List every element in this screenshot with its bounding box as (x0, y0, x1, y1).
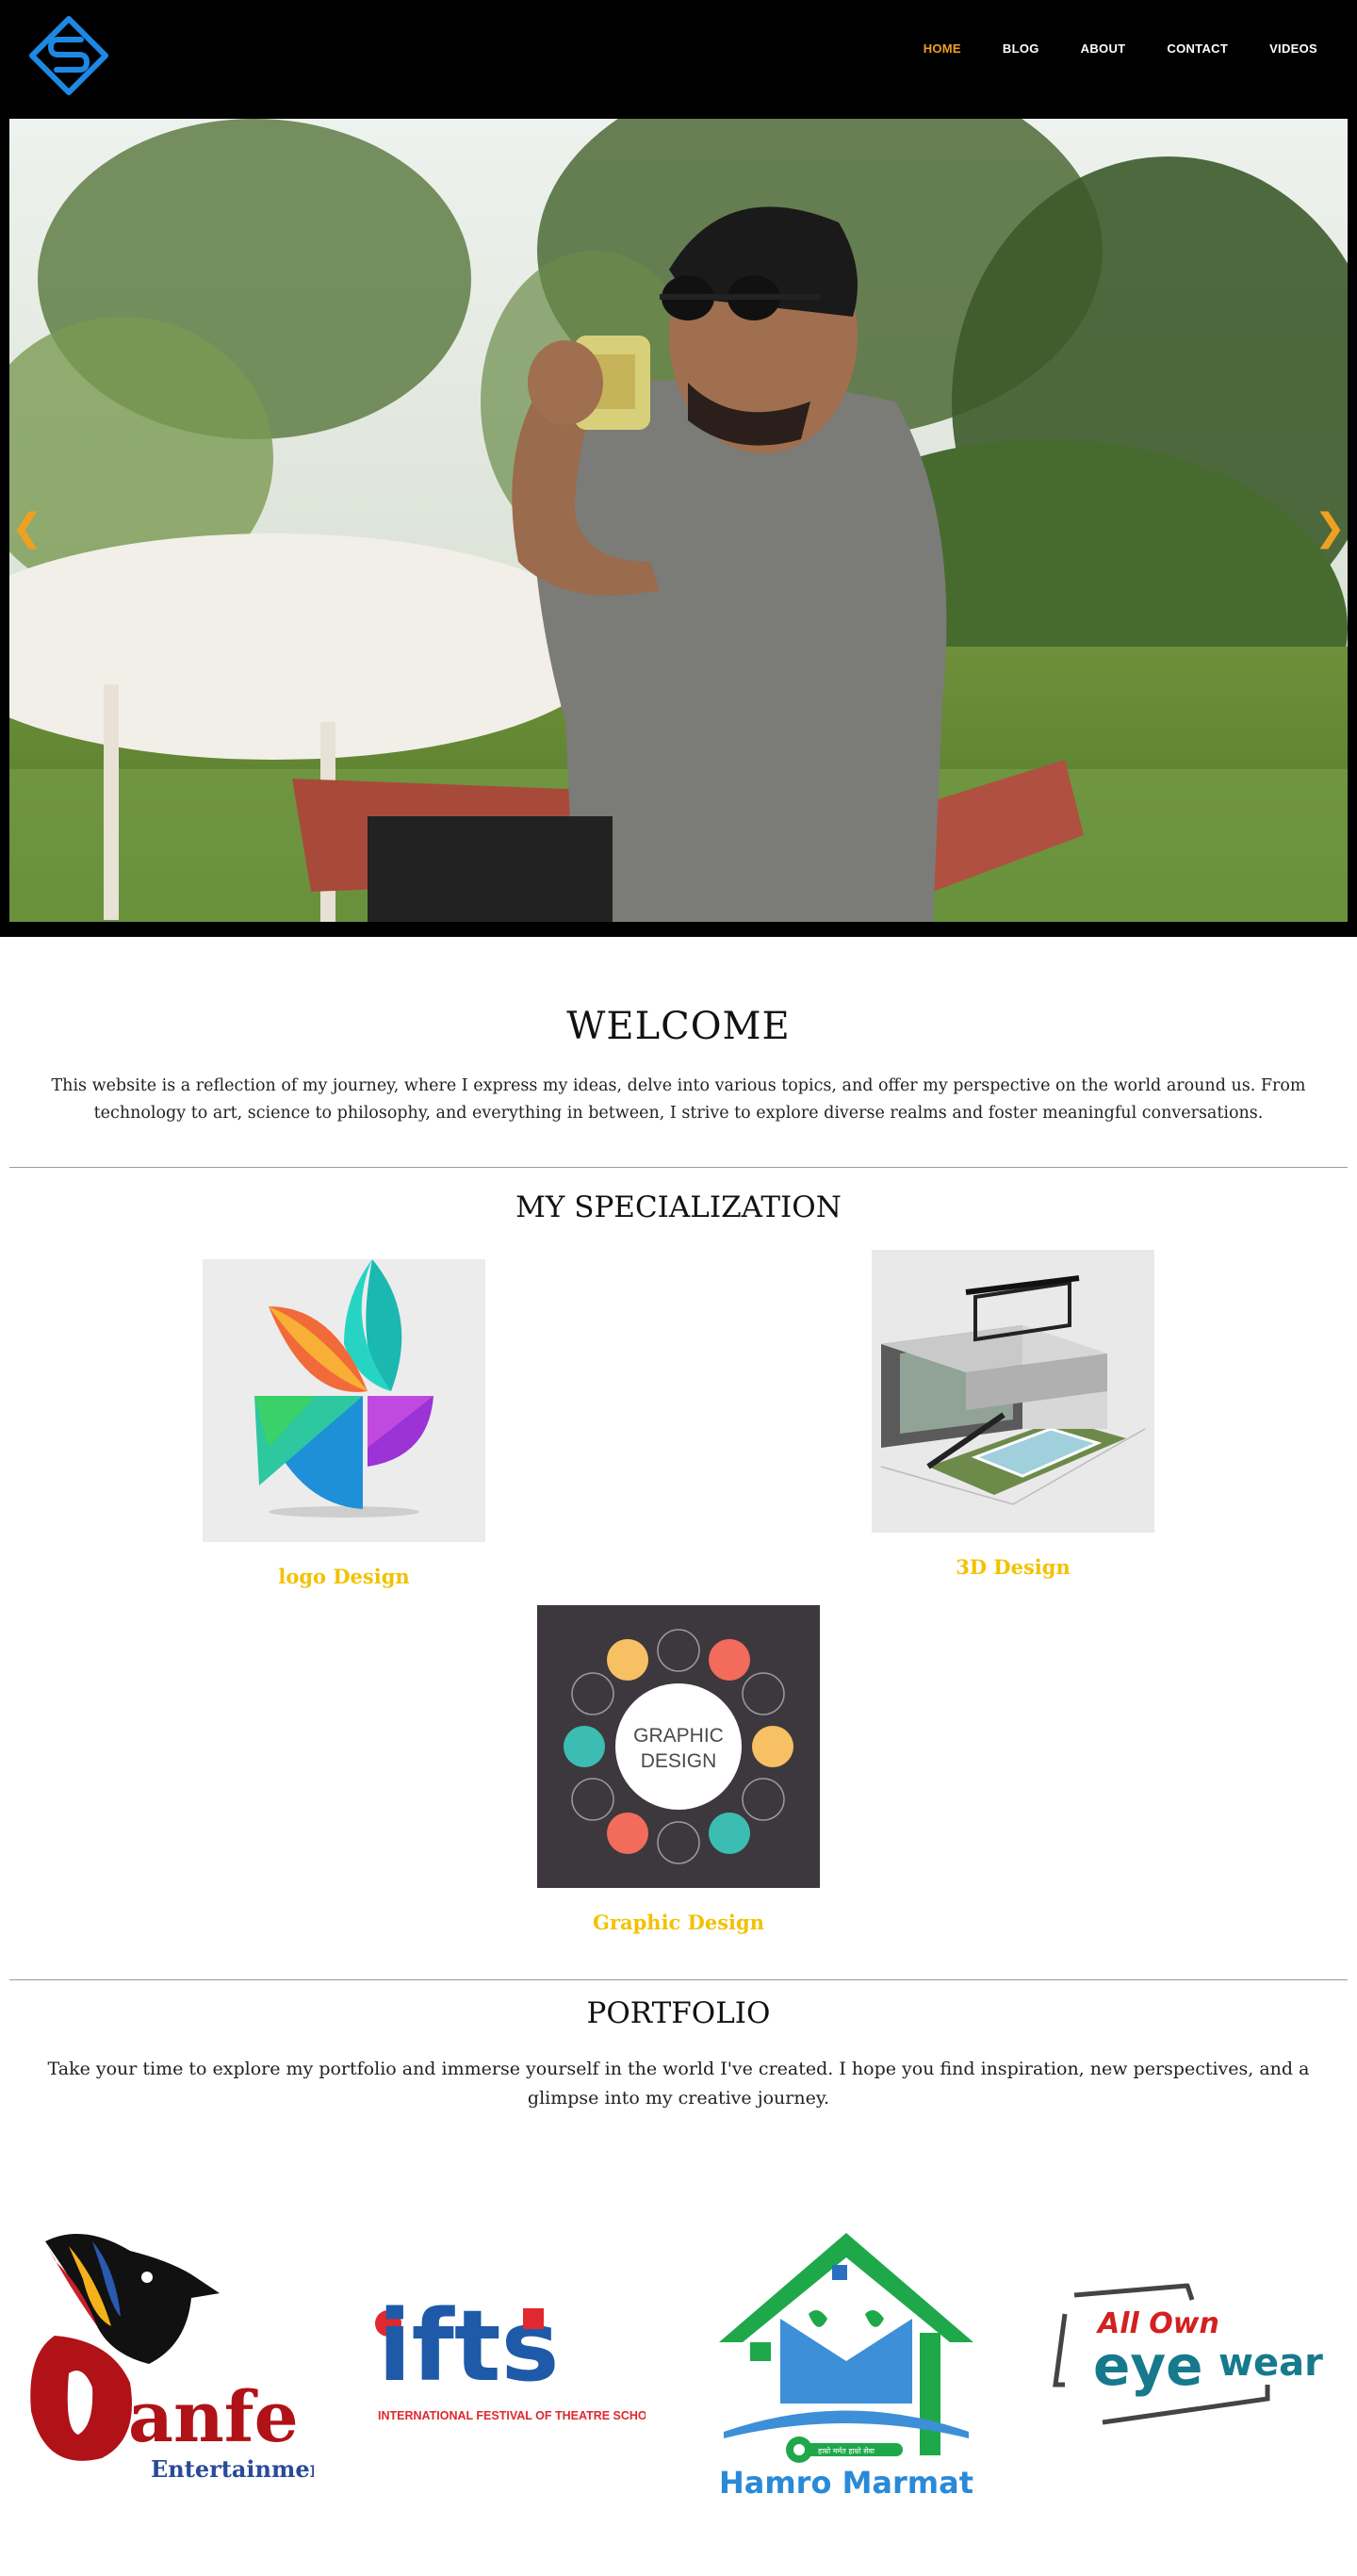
portfolio-heading: PORTFOLIO (586, 1996, 771, 2030)
portfolio-danfe-logo[interactable]: anfe Entertainment (26, 2223, 336, 2491)
hamro-marmat-tagline: हाम्रो मर्मत हाम्रो सेवा (818, 2446, 875, 2455)
nav-blog[interactable]: BLOG (982, 38, 1060, 59)
danfe-subtitle: Entertainment (151, 2455, 314, 2483)
portfolio-hamro-marmat-logo[interactable]: हाम्रो मर्मत हाम्रो सेवा Hamro Marmat (714, 2229, 978, 2502)
ifts-wordmark: ifts (378, 2289, 560, 2404)
welcome-text: This website is a reflection of my journ… (51, 1076, 1306, 1123)
portfolio-ifts-logo[interactable]: ifts INTERNATIONAL FESTIVAL OF THEATRE S… (372, 2276, 671, 2427)
nav-videos[interactable]: VIDEOS (1249, 38, 1338, 59)
eye-text: eye (1093, 2334, 1202, 2398)
main-nav: HOME BLOG ABOUT CONTACT VIDEOS (903, 38, 1338, 59)
hamro-marmat-wordmark: Hamro Marmat (719, 2465, 973, 2501)
ifts-logo: ifts INTERNATIONAL FESTIVAL OF THEATRE S… (375, 2289, 671, 2422)
nav-contact[interactable]: CONTACT (1146, 38, 1249, 59)
carousel-next-arrow[interactable]: ❯ (1314, 509, 1346, 547)
graphic-design-image: GRAPHIC DESIGN (537, 1605, 820, 1888)
specialization-heading: MY SPECIALIZATION (515, 1190, 842, 1224)
graphic-design-image-text-2: DESIGN (641, 1750, 717, 1772)
section-divider-2 (9, 1979, 1348, 1980)
hero-slide-image (9, 119, 1348, 922)
portfolio-text: Take your time to explore my portfolio a… (47, 2059, 1310, 2108)
wear-text: wear (1218, 2341, 1323, 2385)
site-header: HOME BLOG ABOUT CONTACT VIDEOS (0, 0, 1357, 119)
graphic-design-image-text-1: GRAPHIC (633, 1725, 724, 1747)
3d-design-caption[interactable]: 3D Design (872, 1555, 1154, 1579)
ifts-subtitle: INTERNATIONAL FESTIVAL OF THEATRE SCHOOL… (378, 2409, 646, 2422)
s-diamond-logo-icon[interactable] (26, 13, 111, 98)
hero-photo (9, 119, 1348, 922)
nav-home[interactable]: HOME (903, 38, 982, 59)
logo-design-image (203, 1259, 485, 1542)
hamro-marmat-logo: हाम्रो मर्मत हाम्रो सेवा Hamro Marmat (719, 2233, 973, 2501)
3d-design-card[interactable]: 3D Design (872, 1250, 1154, 1579)
welcome-heading: WELCOME (566, 1005, 791, 1048)
logo-design-card[interactable]: logo Design (203, 1259, 485, 1588)
3d-design-image (872, 1250, 1154, 1533)
nav-about[interactable]: ABOUT (1060, 38, 1147, 59)
graphic-design-caption[interactable]: Graphic Design (537, 1911, 820, 1934)
danfe-wordmark: anfe (128, 2377, 299, 2458)
graphic-design-card[interactable]: GRAPHIC DESIGN Graphic Design (537, 1605, 820, 1934)
logo-design-caption[interactable]: logo Design (203, 1565, 485, 1588)
carousel-prev-arrow[interactable]: ❮ (11, 509, 43, 547)
portfolio-allown-eyewear-logo[interactable]: All Own eye wear (1046, 2281, 1329, 2432)
section-divider (9, 1167, 1348, 1168)
allown-eyewear-logo: All Own eye wear (1053, 2283, 1323, 2425)
danfe-bird-logo: anfe Entertainment (30, 2234, 336, 2483)
